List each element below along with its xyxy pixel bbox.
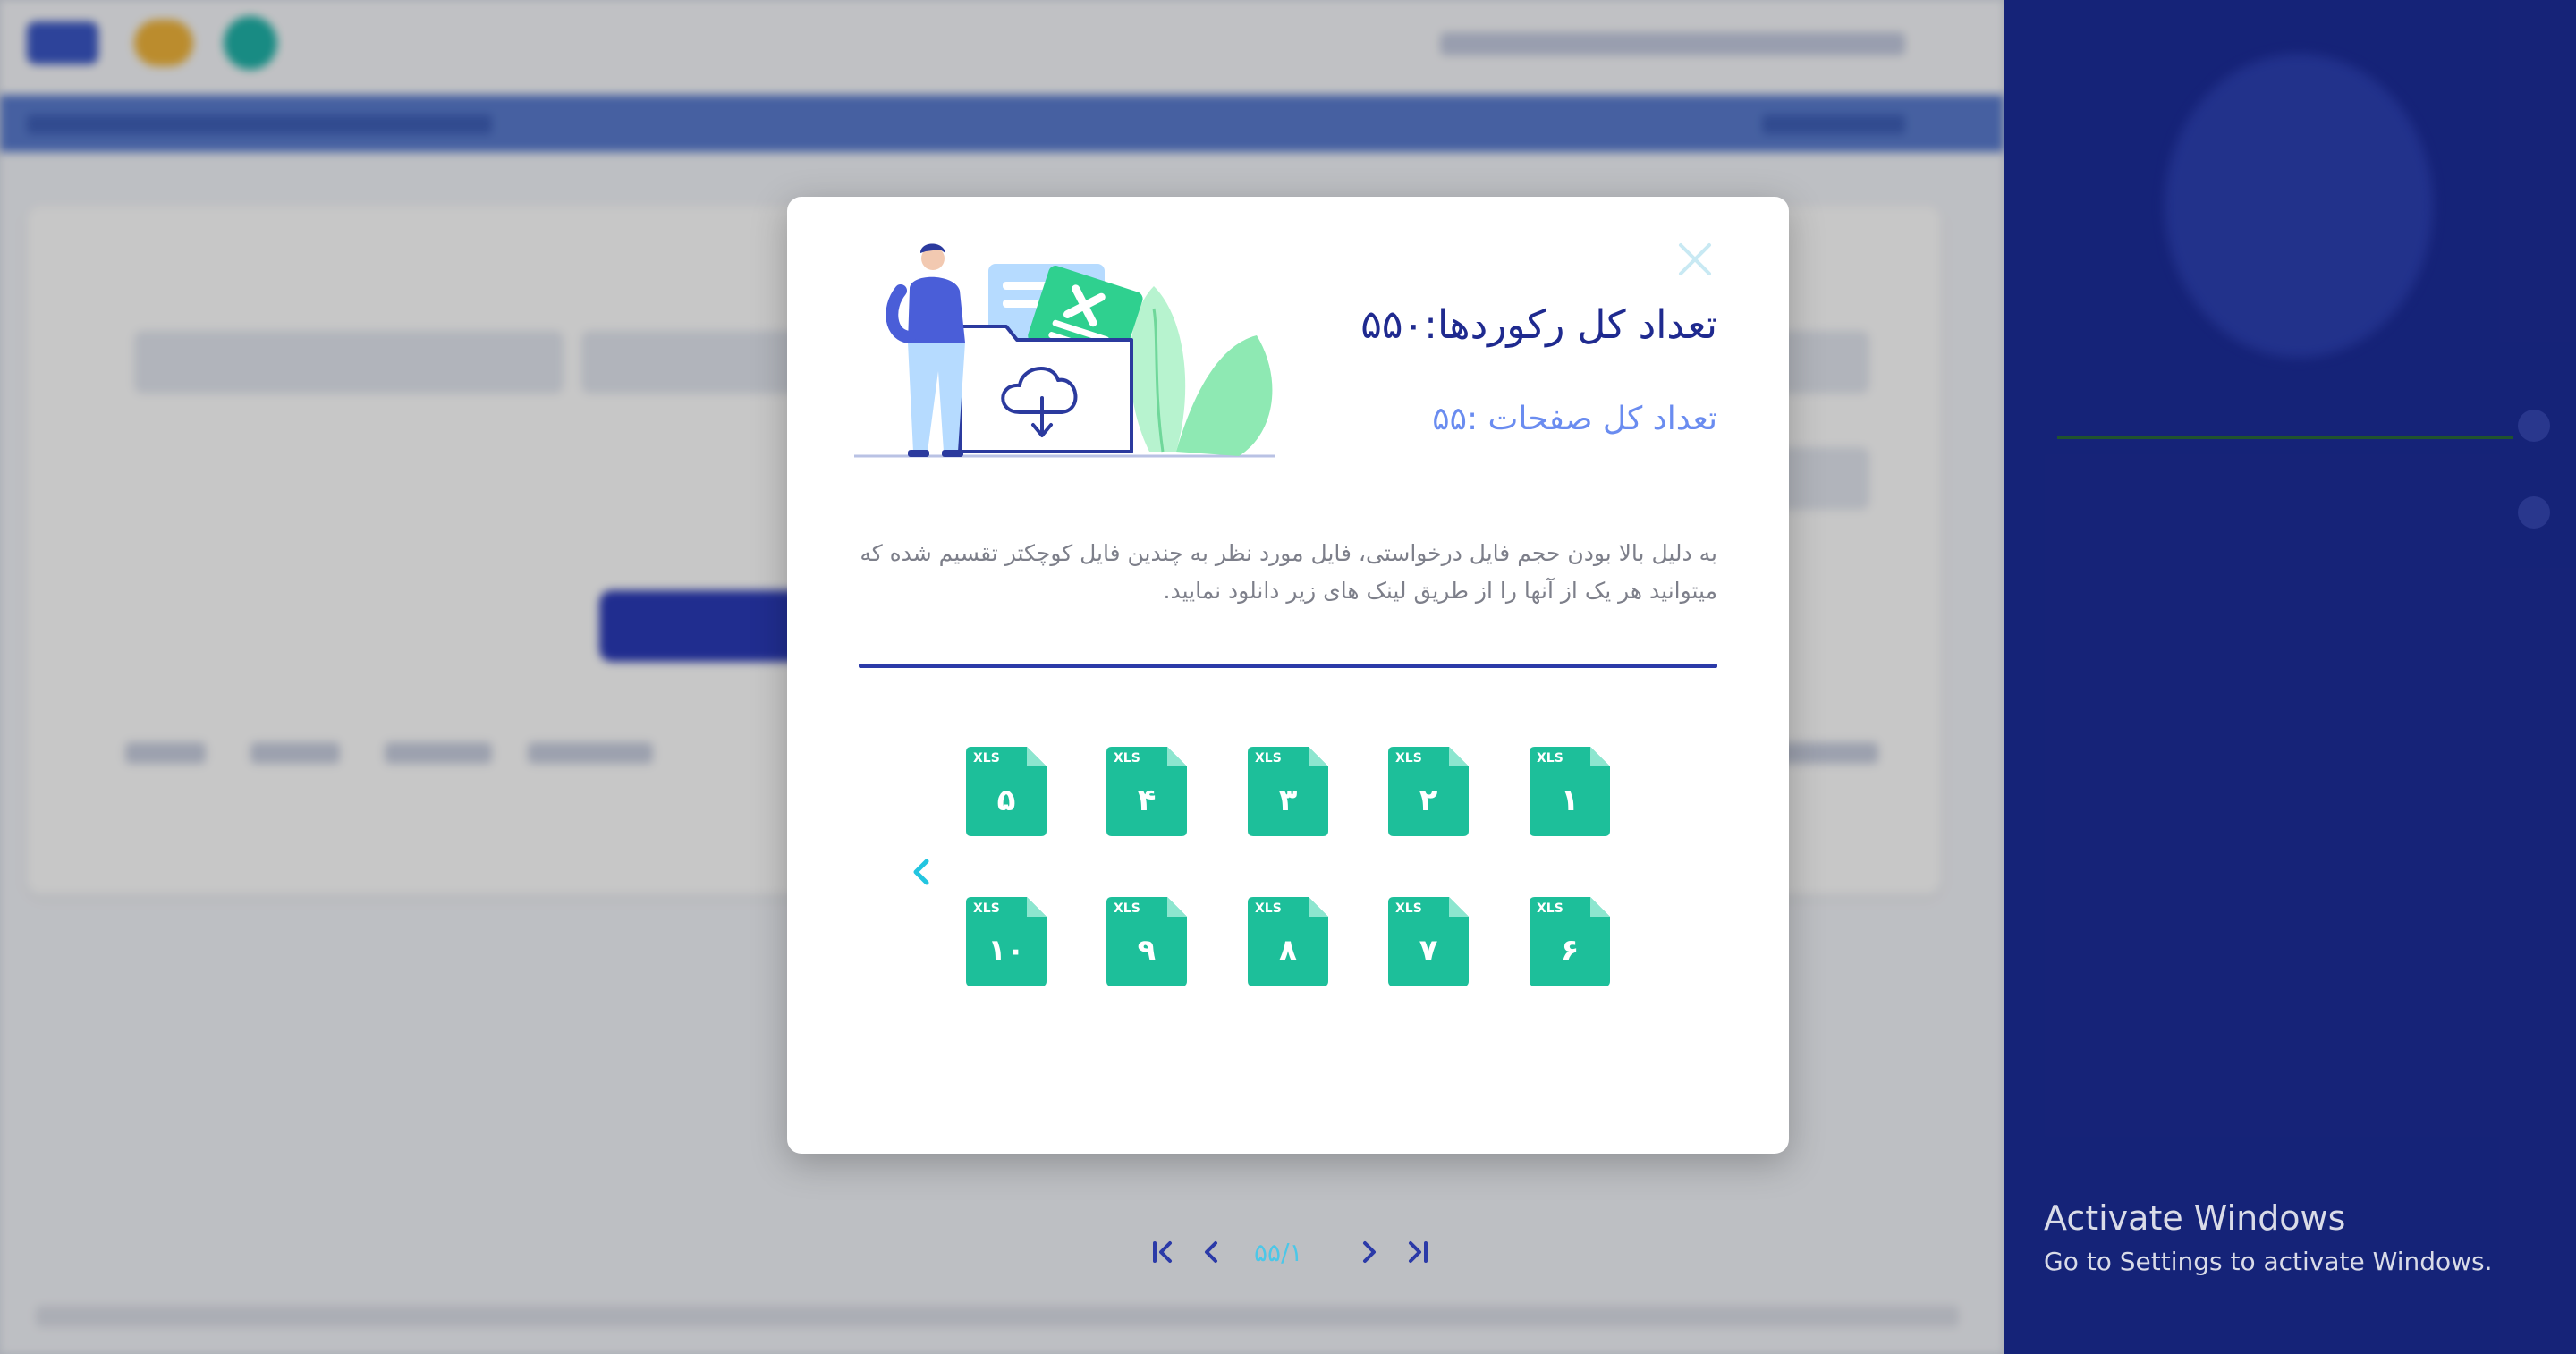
file-grid: XLS ۱ XLS ۲ XLS ۳ XLS ۴ XLS ۵ XLS ۶ XLS … [966,747,1610,1015]
download-illustration [854,243,1275,458]
prev-page-button[interactable] [1194,1234,1230,1270]
file-type-label: XLS [973,901,1000,916]
person-figure [886,243,965,457]
total-pages-count: ۵۵ [1254,1238,1282,1267]
chevron-right-icon [1363,1241,1376,1263]
xls-file-link[interactable]: XLS ۱ [1530,747,1610,836]
xls-file-link[interactable]: XLS ۹ [1106,897,1187,986]
xls-file-link[interactable]: XLS ۵ [966,747,1046,836]
file-type-label: XLS [1395,901,1422,916]
file-type-label: XLS [973,751,1000,766]
total-records-title: تعداد کل رکوردها:۵۵۰ [1360,302,1717,348]
current-page: ۱ [1289,1238,1303,1267]
file-number: ۴ [1137,783,1157,818]
total-pages-subtitle: تعداد کل صفحات :۵۵ [1432,401,1717,437]
xls-file-link[interactable]: XLS ۷ [1388,897,1469,986]
page-indicator: ۵۵/۱ [1254,1238,1303,1267]
file-number: ۹ [1137,933,1157,969]
file-number: ۳ [1278,783,1298,818]
file-type-label: XLS [1255,751,1282,766]
file-number: ۲ [1419,783,1438,818]
split-file-description: به دلیل بالا بودن حجم فایل درخواستی، فای… [860,540,1717,604]
last-page-icon [1409,1241,1428,1263]
file-number: ۷ [1419,933,1438,969]
xls-file-link[interactable]: XLS ۱۰ [966,897,1046,986]
chevron-left-icon [913,859,929,885]
chevron-left-icon [1205,1241,1217,1263]
file-type-label: XLS [1114,751,1140,766]
close-button[interactable] [1668,233,1722,286]
file-number: ۵ [996,783,1016,818]
file-number: ۶ [1560,933,1580,969]
file-number: ۱۰ [987,933,1025,969]
section-divider [859,664,1717,668]
page-separator: / [1281,1238,1290,1267]
watermark-title: Activate Windows [2044,1198,2346,1238]
first-page-icon [1153,1241,1172,1263]
xls-file-link[interactable]: XLS ۶ [1530,897,1610,986]
xls-file-link[interactable]: XLS ۲ [1388,747,1469,836]
xls-file-link[interactable]: XLS ۳ [1248,747,1328,836]
file-type-label: XLS [1114,901,1140,916]
xls-file-link[interactable]: XLS ۴ [1106,747,1187,836]
activate-windows-watermark: Activate Windows Go to Settings to activ… [2044,1198,2493,1276]
next-page-button[interactable] [1351,1234,1386,1270]
file-type-label: XLS [1255,901,1282,916]
last-page-button[interactable] [1400,1234,1436,1270]
file-number: ۱ [1560,783,1580,818]
file-type-label: XLS [1537,901,1563,916]
file-type-label: XLS [1395,751,1422,766]
file-type-label: XLS [1537,751,1563,766]
file-number: ۸ [1278,933,1298,969]
download-modal: تعداد کل رکوردها:۵۵۰ تعداد کل صفحات :۵۵ … [787,197,1789,1267]
next-file-group-button[interactable] [899,850,944,894]
close-icon[interactable] [1675,240,1715,279]
watermark-subtitle: Go to Settings to activate Windows. [2044,1247,2493,1276]
xls-file-link[interactable]: XLS ۸ [1248,897,1328,986]
first-page-button[interactable] [1145,1234,1181,1270]
